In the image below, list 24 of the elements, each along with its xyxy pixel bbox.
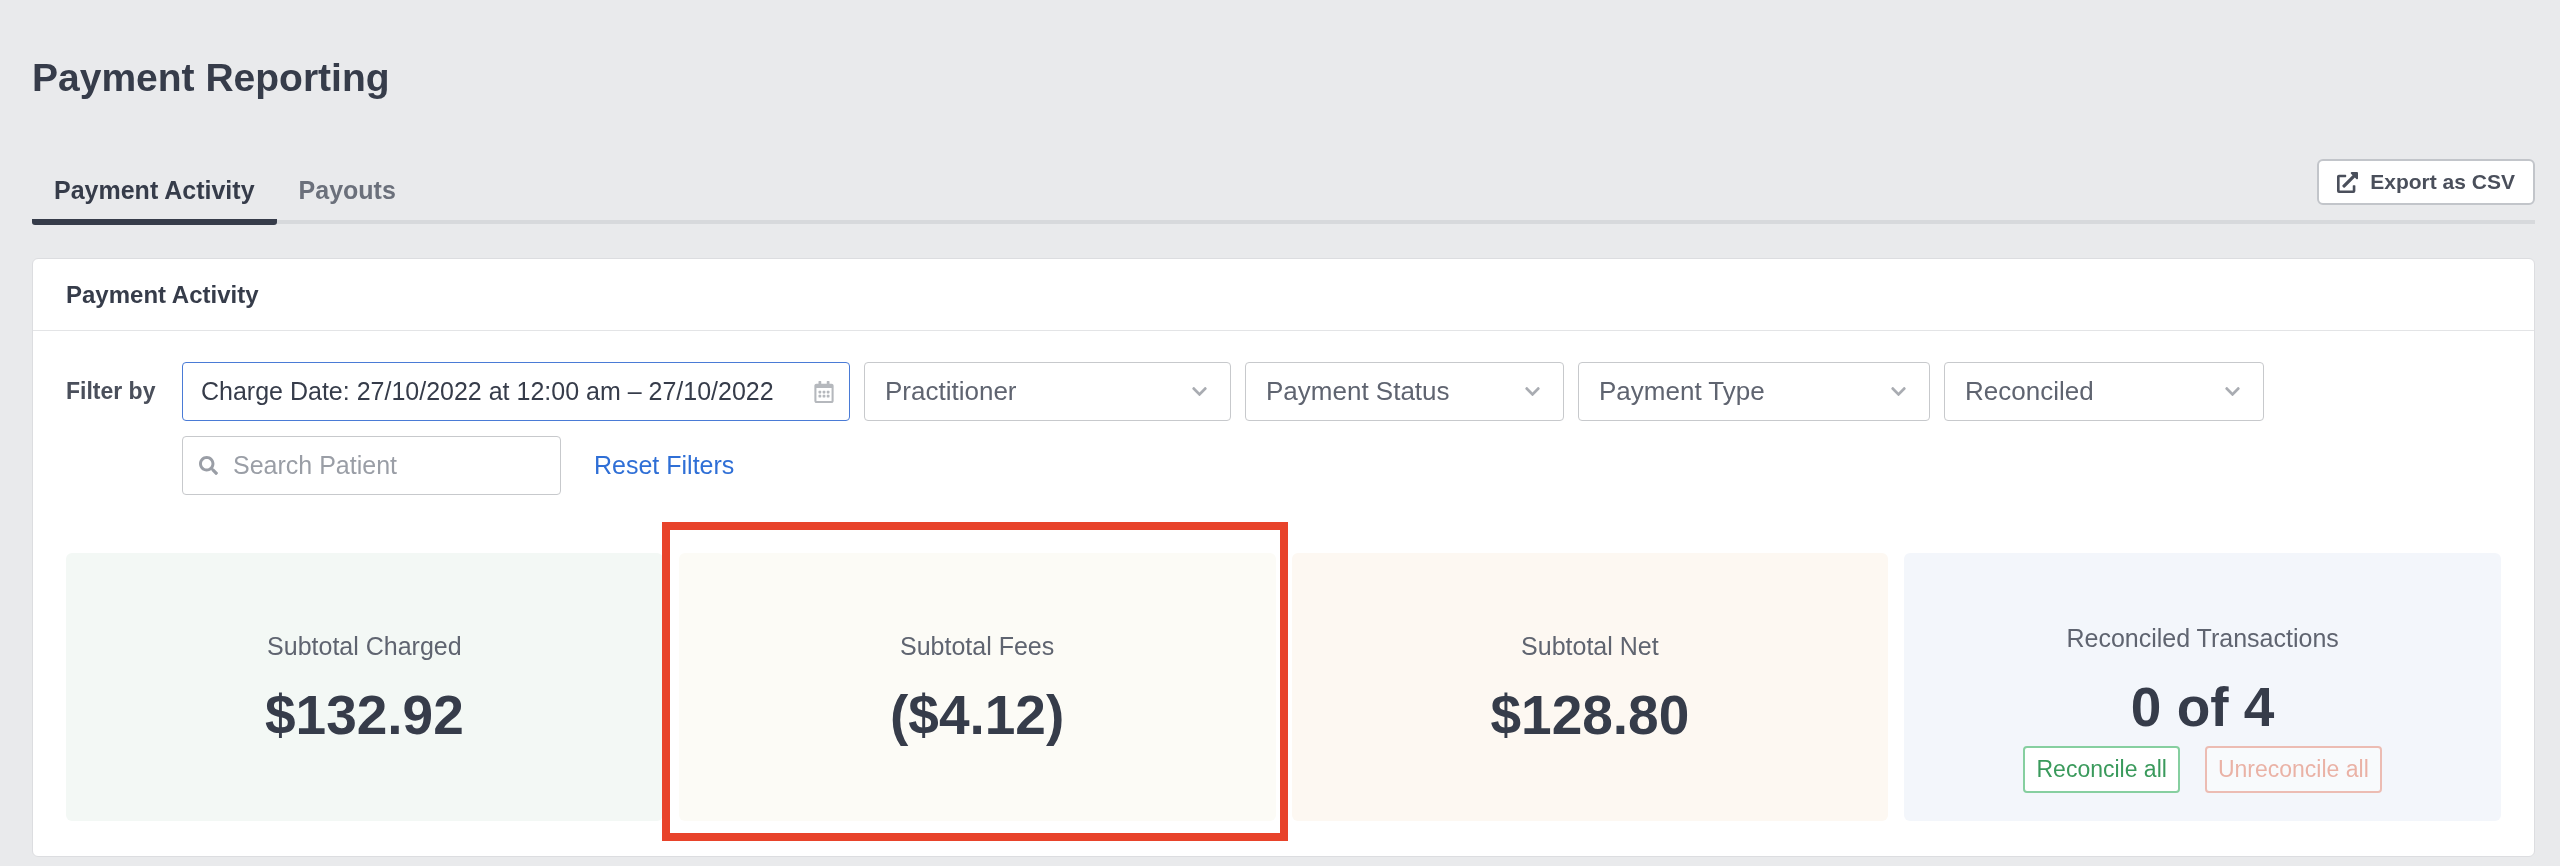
summary-value: 0 of 4 xyxy=(2130,679,2275,735)
filter-dropdown[interactable]: Practitioner xyxy=(864,362,1231,421)
reset-filters-link[interactable]: Reset Filters xyxy=(594,451,735,480)
panel-title: Payment Activity xyxy=(66,280,259,309)
date-range-field[interactable]: Charge Date: 27/10/2022 at 12:00 am – 27/10/2022 xyxy=(182,362,850,421)
external-link-icon xyxy=(2337,171,2359,193)
page-title: Payment Reporting xyxy=(32,55,390,101)
summary-label: Subtotal Fees xyxy=(900,631,1055,661)
search-icon xyxy=(199,456,218,475)
search-field[interactable]: Search Patient xyxy=(182,436,561,495)
summary-label: Subtotal Charged xyxy=(267,631,462,661)
filter-dropdown[interactable]: Payment Status xyxy=(1245,362,1564,421)
export-button[interactable]: Export as CSV xyxy=(2317,159,2535,205)
filter-label: Filter by xyxy=(66,378,156,405)
filter-dropdown[interactable]: Reconciled xyxy=(1944,362,2264,421)
reconcile-button[interactable]: Reconcile all xyxy=(2023,746,2180,793)
calendar-icon xyxy=(813,380,835,403)
summary-value: $132.92 xyxy=(264,687,464,743)
tab[interactable]: Payouts xyxy=(276,176,418,225)
filter-dropdown[interactable]: Payment Type xyxy=(1578,362,1930,421)
summary-label: Subtotal Net xyxy=(1521,631,1659,661)
summary-value: $128.80 xyxy=(1490,687,1690,743)
summary-label: Reconciled Transactions xyxy=(2066,623,2339,653)
tab[interactable]: Payment Activity xyxy=(32,176,277,225)
